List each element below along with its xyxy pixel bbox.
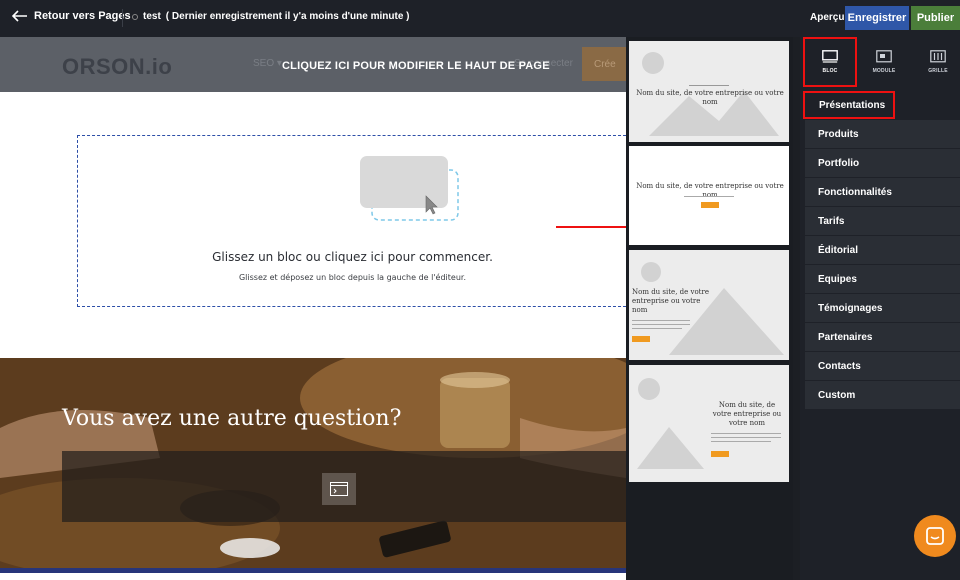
block-thumbnail-3[interactable]: Nom du site, de votre entreprise ou votr… bbox=[629, 250, 789, 360]
category-equipes[interactable]: Equipes bbox=[805, 265, 960, 293]
category-editorial[interactable]: Éditorial bbox=[805, 236, 960, 264]
thumbnail-kicker bbox=[689, 85, 729, 86]
thumbnail-title: Nom du site, de votre entreprise ou votr… bbox=[632, 288, 709, 314]
category-custom[interactable]: Custom bbox=[805, 381, 960, 409]
category-portfolio[interactable]: Portfolio bbox=[805, 149, 960, 177]
category-presentations[interactable]: Présentations bbox=[803, 91, 895, 119]
back-label: Retour vers Pages bbox=[34, 10, 131, 22]
tab-grille[interactable]: GRILLE bbox=[911, 37, 960, 87]
question-section[interactable]: Vous avez une autre question? bbox=[0, 358, 626, 568]
editor-canvas: ORSON.io SEO ▾ Se connecter Crée CLIQUEZ… bbox=[0, 37, 626, 580]
top-bar: Retour vers Pages test ( Dernier enregis… bbox=[0, 0, 960, 37]
tab-label: GRILLE bbox=[928, 68, 948, 74]
tab-module[interactable]: MODULE bbox=[857, 37, 911, 87]
embed-placeholder-icon[interactable] bbox=[322, 473, 356, 505]
page-title: test ( Dernier enregistrement il y'a moi… bbox=[132, 11, 410, 22]
dropzone-title: Glissez un bloc ou cliquez ici pour comm… bbox=[212, 250, 493, 264]
site-create-button: Crée bbox=[582, 47, 626, 81]
thumbnail-title: Nom du site, de votre entreprise ou votr… bbox=[636, 89, 784, 106]
chat-icon bbox=[926, 527, 944, 545]
site-seo-menu: SEO ▾ bbox=[253, 58, 282, 69]
thumbnail-text bbox=[632, 320, 690, 321]
thumbnail-text bbox=[632, 328, 682, 329]
block-dropzone[interactable]: Glissez un bloc ou cliquez ici pour comm… bbox=[77, 135, 626, 307]
block-thumbnail-list: Nom du site, de votre entreprise ou votr… bbox=[626, 37, 793, 580]
category-temoignages[interactable]: Témoignages bbox=[805, 294, 960, 322]
preview-button[interactable]: Aperçu bbox=[810, 12, 844, 23]
tab-label: MODULE bbox=[872, 68, 896, 74]
site-header[interactable]: ORSON.io SEO ▾ Se connecter Crée CLIQUEZ… bbox=[0, 37, 626, 92]
tab-label: BLOC bbox=[822, 68, 838, 74]
library-tabs: BLOC MODULE GRILLE bbox=[800, 37, 960, 87]
category-partenaires[interactable]: Partenaires bbox=[805, 323, 960, 351]
thumbnail-text bbox=[711, 437, 781, 438]
thumbnail-text bbox=[711, 433, 781, 434]
thumbnail-button bbox=[711, 451, 729, 457]
category-tarifs[interactable]: Tarifs bbox=[805, 207, 960, 235]
dropzone-subtitle: Glissez et déposez un bloc depuis la gau… bbox=[238, 273, 467, 282]
save-status: ( Dernier enregistrement il y'a moins d'… bbox=[165, 11, 410, 22]
module-icon bbox=[876, 50, 892, 63]
block-library-sidebar: BLOC MODULE GRILLE Présentations Produit… bbox=[800, 37, 960, 580]
tab-bloc[interactable]: BLOC bbox=[803, 37, 857, 87]
category-contacts[interactable]: Contacts bbox=[805, 352, 960, 380]
thumbnail-title: Nom du site, de votre entreprise ou votr… bbox=[712, 401, 782, 427]
category-fonctionnalites[interactable]: Fonctionnalités bbox=[805, 178, 960, 206]
drag-block-illustration-icon bbox=[360, 156, 459, 221]
block-thumbnail-4[interactable]: Nom du site, de votre entreprise ou votr… bbox=[629, 365, 789, 482]
bloc-icon bbox=[822, 50, 838, 63]
block-thumbnail-2[interactable]: Nom du site, de votre entreprise ou votr… bbox=[629, 146, 789, 245]
thumbnail-text bbox=[711, 441, 771, 442]
arrow-left-icon bbox=[12, 10, 27, 22]
thumbnail-button bbox=[632, 336, 650, 342]
edit-header-overlay[interactable]: CLIQUEZ ICI POUR MODIFIER LE HAUT DE PAG… bbox=[282, 60, 550, 72]
site-logo: ORSON.io bbox=[62, 54, 173, 79]
thumbnail-button bbox=[701, 202, 719, 208]
publish-button[interactable]: Publier bbox=[911, 6, 960, 30]
chat-launcher-button[interactable] bbox=[914, 515, 956, 557]
thumbnail-text bbox=[632, 324, 690, 325]
thumbnail-text bbox=[684, 196, 734, 197]
save-button[interactable]: Enregistrer bbox=[845, 6, 909, 30]
page-name: test bbox=[143, 11, 161, 22]
grille-icon bbox=[930, 50, 946, 63]
question-title: Vous avez une autre question? bbox=[62, 406, 402, 431]
back-to-pages-link[interactable]: Retour vers Pages bbox=[12, 10, 131, 22]
status-dot-icon bbox=[132, 13, 138, 20]
divider bbox=[122, 9, 123, 27]
block-thumbnail-1[interactable]: Nom du site, de votre entreprise ou votr… bbox=[629, 41, 789, 142]
category-produits[interactable]: Produits bbox=[805, 120, 960, 148]
footer-edge bbox=[0, 573, 626, 580]
